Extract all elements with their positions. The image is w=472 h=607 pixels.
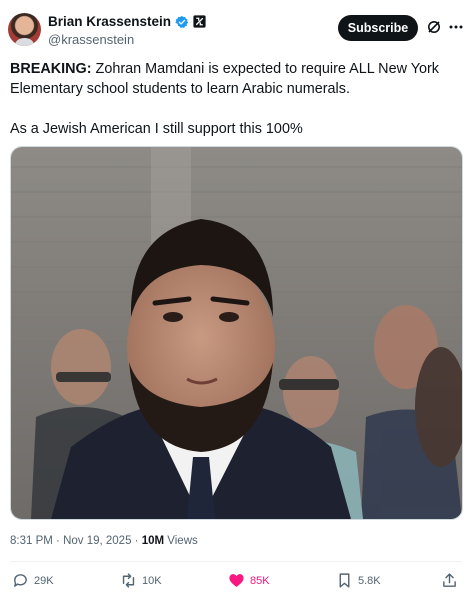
tweet-header: Brian Krassenstein @krassenstein Subscri… bbox=[8, 13, 464, 49]
views-label: Views bbox=[164, 535, 198, 547]
like-button[interactable]: 85K bbox=[228, 572, 270, 589]
tweet-text: BREAKING: Zohran Mamdani is expected to … bbox=[10, 59, 462, 139]
tweet-date[interactable]: Nov 19, 2025 bbox=[63, 535, 131, 547]
author-display-name[interactable]: Brian Krassenstein bbox=[48, 14, 171, 29]
breaking-label: BREAKING: bbox=[10, 61, 92, 77]
tweet-text-line2: As a Jewish American I still support thi… bbox=[10, 121, 303, 137]
author-handle[interactable]: @krassenstein bbox=[48, 32, 134, 47]
tweet-card: Brian Krassenstein @krassenstein Subscri… bbox=[0, 0, 472, 607]
author-name-row: Brian Krassenstein bbox=[48, 14, 206, 29]
tweet-time[interactable]: 8:31 PM bbox=[10, 535, 53, 547]
grok-icon[interactable] bbox=[426, 19, 442, 35]
views-count: 10M bbox=[141, 535, 165, 547]
action-bar: 29K 10K 85K 5.8K bbox=[10, 572, 462, 592]
author-avatar[interactable] bbox=[8, 13, 41, 46]
tweet-photo[interactable] bbox=[10, 146, 463, 520]
affiliation-badge-icon bbox=[193, 15, 206, 28]
repost-count: 10K bbox=[142, 574, 162, 587]
verified-badge-icon bbox=[175, 15, 189, 28]
divider bbox=[10, 561, 462, 562]
bookmark-button[interactable]: 5.8K bbox=[336, 572, 381, 589]
like-count: 85K bbox=[250, 574, 270, 587]
bookmark-icon bbox=[339, 573, 350, 588]
photo-illustration bbox=[11, 147, 462, 519]
repost-button[interactable]: 10K bbox=[120, 572, 162, 589]
reply-count: 29K bbox=[34, 574, 54, 587]
subscribe-button[interactable]: Subscribe bbox=[338, 15, 418, 41]
tweet-meta: 8:31 PM · Nov 19, 2025 · 10M Views bbox=[10, 535, 198, 547]
meta-separator-2: · bbox=[131, 535, 142, 547]
share-icon bbox=[443, 573, 456, 587]
bookmark-count: 5.8K bbox=[358, 574, 381, 587]
reply-icon bbox=[14, 574, 27, 587]
tweet-text-line1: BREAKING: Zohran Mamdani is expected to … bbox=[10, 59, 462, 99]
more-options-icon[interactable] bbox=[448, 19, 464, 35]
heart-icon bbox=[229, 574, 244, 587]
share-button[interactable] bbox=[441, 572, 458, 589]
repost-icon bbox=[122, 573, 135, 588]
meta-separator: · bbox=[52, 535, 64, 547]
reply-button[interactable]: 29K bbox=[12, 572, 54, 589]
